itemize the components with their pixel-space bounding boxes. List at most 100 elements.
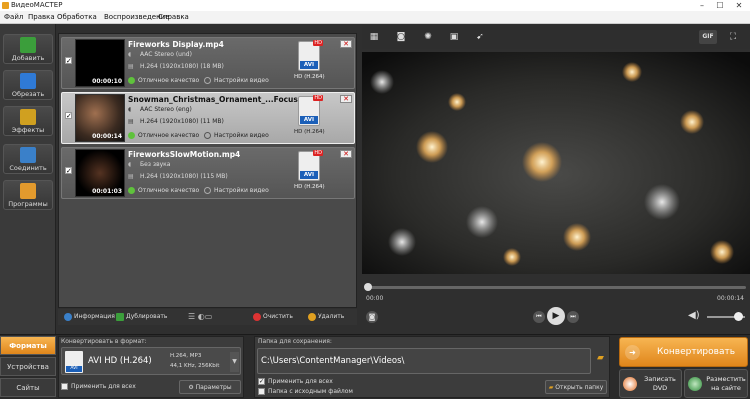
speed-icon[interactable]: ➹ [472, 30, 488, 44]
delete-button[interactable]: Удалить [308, 311, 344, 323]
film-icon[interactable]: ▦ [366, 30, 382, 44]
film-icon: ▤ [128, 63, 134, 70]
clear-label: Очистить [263, 313, 293, 320]
format-label: HD (H.264) [294, 129, 325, 135]
save-path-field[interactable]: C:\Users\ContentManager\Videos\ [257, 348, 591, 374]
volume-icon[interactable]: ◀) [688, 310, 700, 321]
snapshot-icon[interactable]: ◙ [393, 30, 409, 44]
video-preview[interactable] [362, 52, 750, 274]
file-checkbox[interactable]: ✓ [65, 57, 72, 65]
format-spec-audio: 44,1 KHz, 256Kbit [170, 363, 220, 369]
minimize-button[interactable]: – [692, 0, 712, 11]
menu-edit[interactable]: Правка [28, 11, 55, 24]
subtitle-icon[interactable]: ▣ [446, 30, 462, 44]
source-folder-checkbox[interactable]: Папка с исходным файлом [258, 388, 353, 395]
quality-icon [128, 77, 135, 84]
snapshot-icon[interactable]: ◙ [366, 311, 378, 323]
audio-icon: ◖ [128, 106, 132, 113]
folder-icon: ▰ [548, 384, 554, 391]
tab-formats[interactable]: Форматы [0, 336, 56, 355]
trim-button[interactable]: Обрезать [3, 70, 53, 100]
brightness-icon[interactable]: ✺ [420, 30, 436, 44]
file-item[interactable]: ✓ 00:01:03 FireworksSlowMotion.mp4 ◖ Без… [61, 147, 355, 199]
publish-site-button[interactable]: Разместить на сайте [684, 369, 748, 398]
audio-info: AAC Stereo (eng) [140, 106, 192, 113]
add-button[interactable]: Добавить [3, 34, 53, 64]
chevron-down-icon[interactable]: ▼ [230, 352, 239, 372]
menu-help[interactable]: Справка [158, 11, 189, 24]
clear-button[interactable]: Очистить [253, 311, 293, 323]
quality-icon [128, 187, 135, 194]
open-folder-button[interactable]: ▰ Открыть папку [545, 380, 607, 394]
menu-bar: Файл Правка Обработка Воспроизведение Сп… [0, 11, 750, 24]
apply-all-folder-checkbox[interactable]: ✓ Применить для всех [258, 378, 333, 385]
format-badge[interactable]: HD AVI [298, 150, 323, 181]
remove-file-button[interactable]: ✕ [340, 95, 352, 103]
avi-label: AVI [300, 61, 318, 69]
add-file-icon [20, 37, 36, 53]
crop-icon[interactable]: ⛶ [725, 30, 741, 44]
folder-browse-icon[interactable]: ▰ [594, 353, 607, 367]
video-info: H.264 (1920x1080) (11 MB) [140, 118, 224, 125]
apply-all-label: Применить для всех [71, 383, 136, 390]
join-button[interactable]: Соединить [3, 144, 53, 174]
format-icon: AVI [65, 351, 83, 373]
apply-all-format-checkbox[interactable]: Применить для всех [61, 383, 136, 390]
publish-site-label: Разместить на сайте [706, 375, 746, 392]
duration: 00:00:10 [92, 78, 122, 85]
info-button[interactable]: Информация [64, 311, 115, 323]
join-icon [20, 147, 36, 163]
close-window-button[interactable]: ✕ [729, 0, 749, 11]
file-item[interactable]: ✓ 00:00:14 Snowman_Christmas_Ornament_..… [61, 92, 355, 144]
quality-link[interactable]: Отличное качество [138, 187, 199, 194]
video-thumbnail[interactable]: 00:00:10 [75, 39, 125, 87]
forward-icon[interactable]: ⏭ [567, 311, 579, 323]
delete-icon [308, 312, 316, 321]
seek-handle[interactable] [364, 283, 372, 291]
view-toggle[interactable]: ☰ ◐▭ [188, 311, 212, 323]
hd-label: HD [313, 150, 323, 156]
format-badge[interactable]: HD AVI [298, 95, 323, 126]
title-bar: ВидеоМАСТЕР – ☐ ✕ [0, 0, 750, 11]
file-checkbox[interactable]: ✓ [65, 167, 72, 175]
format-selector[interactable]: AVI AVI HD (H.264) H.264, MP3 44,1 KHz, … [61, 347, 241, 375]
video-thumbnail[interactable]: 00:01:03 [75, 149, 125, 197]
video-settings-link[interactable]: Настройки видео [214, 187, 269, 194]
maximize-button[interactable]: ☐ [710, 0, 730, 11]
play-icon[interactable]: ▶ [547, 307, 565, 325]
convert-format-label: Конвертировать в формат: [61, 338, 147, 345]
tab-devices[interactable]: Устройства [0, 357, 56, 376]
video-thumbnail[interactable]: 00:00:14 [75, 94, 125, 142]
format-badge[interactable]: HD AVI [298, 40, 323, 71]
file-name: Fireworks Display.mp4 [128, 40, 224, 49]
file-item[interactable]: ✓ 00:00:10 Fireworks Display.mp4 ◖ AAC S… [61, 37, 355, 89]
effects-button[interactable]: Эффекты [3, 106, 53, 136]
convert-label: Конвертировать [657, 347, 736, 357]
audio-info: Без звука [140, 161, 171, 168]
file-name: Snowman_Christmas_Ornament_...Focus.mp4 [128, 95, 320, 104]
add-label: Добавить [11, 54, 45, 62]
video-settings-link[interactable]: Настройки видео [214, 132, 269, 139]
seek-bar[interactable] [366, 286, 746, 289]
menu-processing[interactable]: Обработка [57, 11, 97, 24]
quality-link[interactable]: Отличное качество [138, 77, 199, 84]
tab-sites[interactable]: Сайты [0, 378, 56, 397]
quality-link[interactable]: Отличное качество [138, 132, 199, 139]
menu-file[interactable]: Файл [4, 11, 23, 24]
gif-button[interactable]: GIF [699, 30, 717, 44]
rewind-icon[interactable]: ⏮ [533, 311, 545, 323]
remove-file-button[interactable]: ✕ [340, 40, 352, 48]
video-settings-link[interactable]: Настройки видео [214, 77, 269, 84]
params-label: Параметры [195, 384, 232, 391]
file-checkbox[interactable]: ✓ [65, 112, 72, 120]
remove-file-button[interactable]: ✕ [340, 150, 352, 158]
burn-dvd-button[interactable]: Записать DVD [619, 369, 682, 398]
convert-button[interactable]: ➜ Конвертировать [619, 337, 748, 367]
params-button[interactable]: ⚙ Параметры [179, 380, 241, 394]
volume-handle[interactable] [734, 312, 743, 321]
bottom-panel: Форматы Устройства Сайты Конвертировать … [0, 334, 750, 399]
gear-icon [204, 132, 211, 139]
programs-button[interactable]: Программы [3, 180, 53, 210]
duplicate-button[interactable]: Дублировать [116, 311, 167, 323]
video-info: H.264 (1920x1080) (115 MB) [140, 173, 228, 180]
